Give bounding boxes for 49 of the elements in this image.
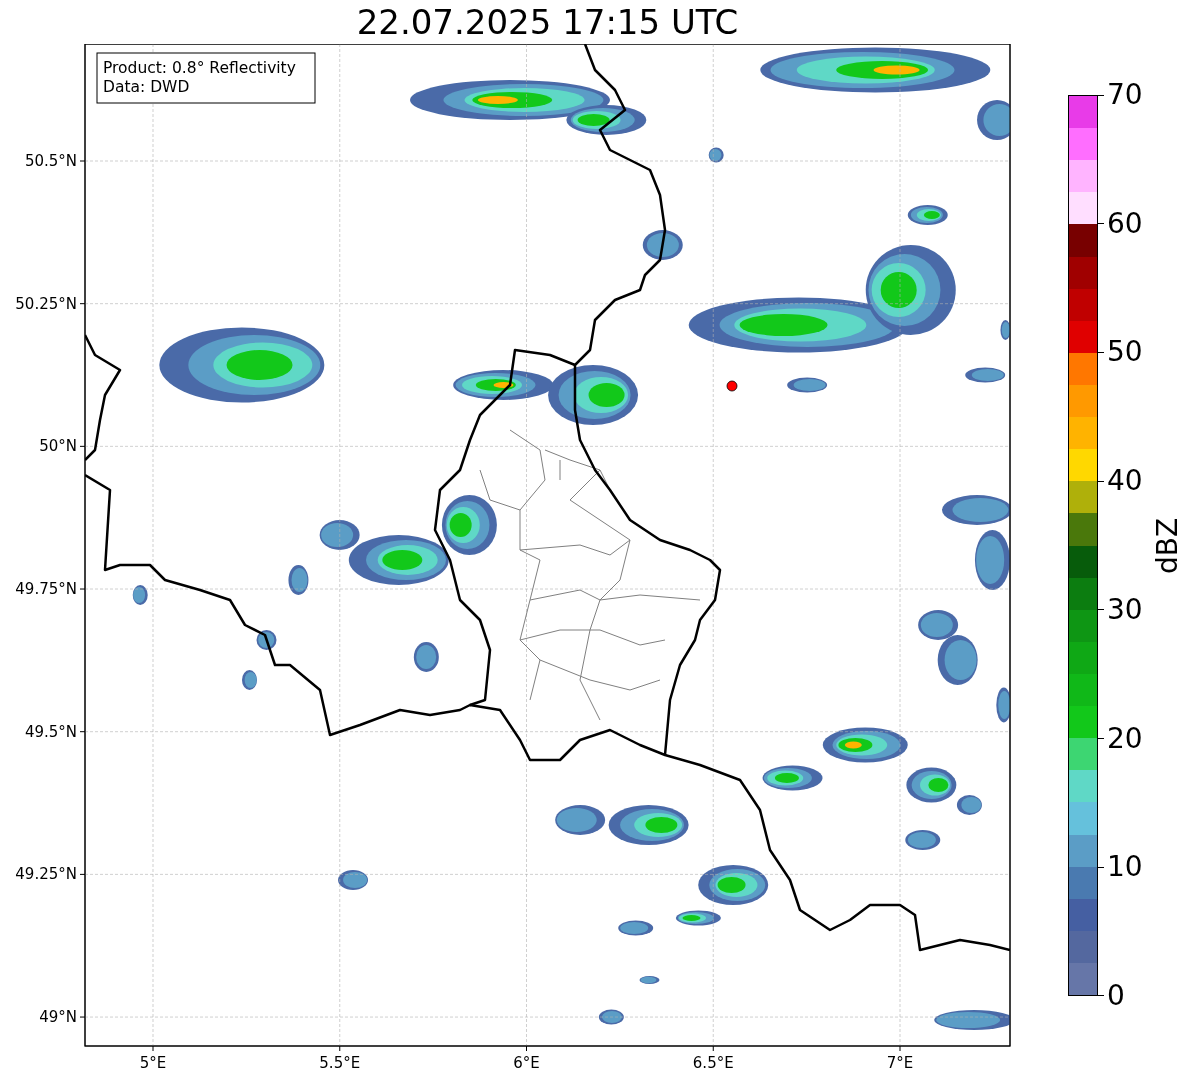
chart-title: 22.07.2025 17:15 UTC (356, 1, 739, 44)
radar-echo (905, 830, 941, 850)
radar-echo (1000, 320, 1010, 340)
colorbar-tick-label: 20 (1107, 722, 1143, 755)
radar-echo (256, 630, 277, 650)
latitude-label: 50.5°N (24, 152, 77, 170)
radar-echo (618, 920, 654, 936)
latitude-label: 50.25°N (15, 294, 77, 313)
radar-echo (338, 870, 369, 890)
latitude-label: 49.5°N (24, 722, 77, 741)
longitude-label: 7°E (886, 1054, 914, 1072)
radar-site-marker (726, 380, 738, 392)
annotation-text: Product: 0.8° Reflectivity (103, 59, 296, 77)
colorbar-tick-label: 10 (1107, 851, 1143, 884)
radar-echo (132, 585, 148, 605)
radar-echo (698, 865, 769, 905)
colorbar-tick-label: 60 (1107, 207, 1143, 240)
radar-echo (288, 565, 309, 595)
annotation-text: Data: DWD (103, 78, 190, 96)
longitude-label: 6°E (513, 1054, 540, 1072)
radar-echo (642, 230, 683, 260)
radar-echo (787, 377, 828, 393)
radar-echo (639, 976, 660, 984)
radar-echo (977, 100, 1010, 140)
colorbar-tick-label: 40 (1107, 465, 1143, 498)
radar-echo (242, 670, 257, 690)
colorbar-label: dBZ (1151, 517, 1184, 574)
longitude-label: 5°E (139, 1054, 167, 1072)
radar-echo (675, 910, 721, 926)
colorbar-tick-label: 30 (1107, 593, 1143, 626)
radar-echo (942, 495, 1010, 525)
colorbar-tick-label: 70 (1107, 79, 1143, 111)
colorbar-tick-label: 50 (1107, 336, 1143, 369)
radar-echo (762, 765, 823, 791)
radar-echo (996, 687, 1010, 723)
latitude-label: 49.25°N (15, 865, 77, 884)
radar-echo (907, 205, 948, 225)
radar-echo (708, 147, 724, 163)
latitude-label: 49.75°N (15, 580, 77, 599)
longitude-label: 5.5°E (319, 1054, 361, 1072)
radar-echo (413, 642, 439, 672)
longitude-label: 6.5°E (692, 1054, 734, 1072)
colorbar-tick-label: 0 (1107, 979, 1125, 1012)
radar-echo (965, 367, 1006, 383)
latitude-label: 50°N (39, 437, 77, 456)
radar-echo (555, 805, 606, 835)
radar-echo (598, 1009, 624, 1025)
latitude-label: 49°N (39, 1008, 77, 1027)
radar-echo (974, 530, 1010, 590)
